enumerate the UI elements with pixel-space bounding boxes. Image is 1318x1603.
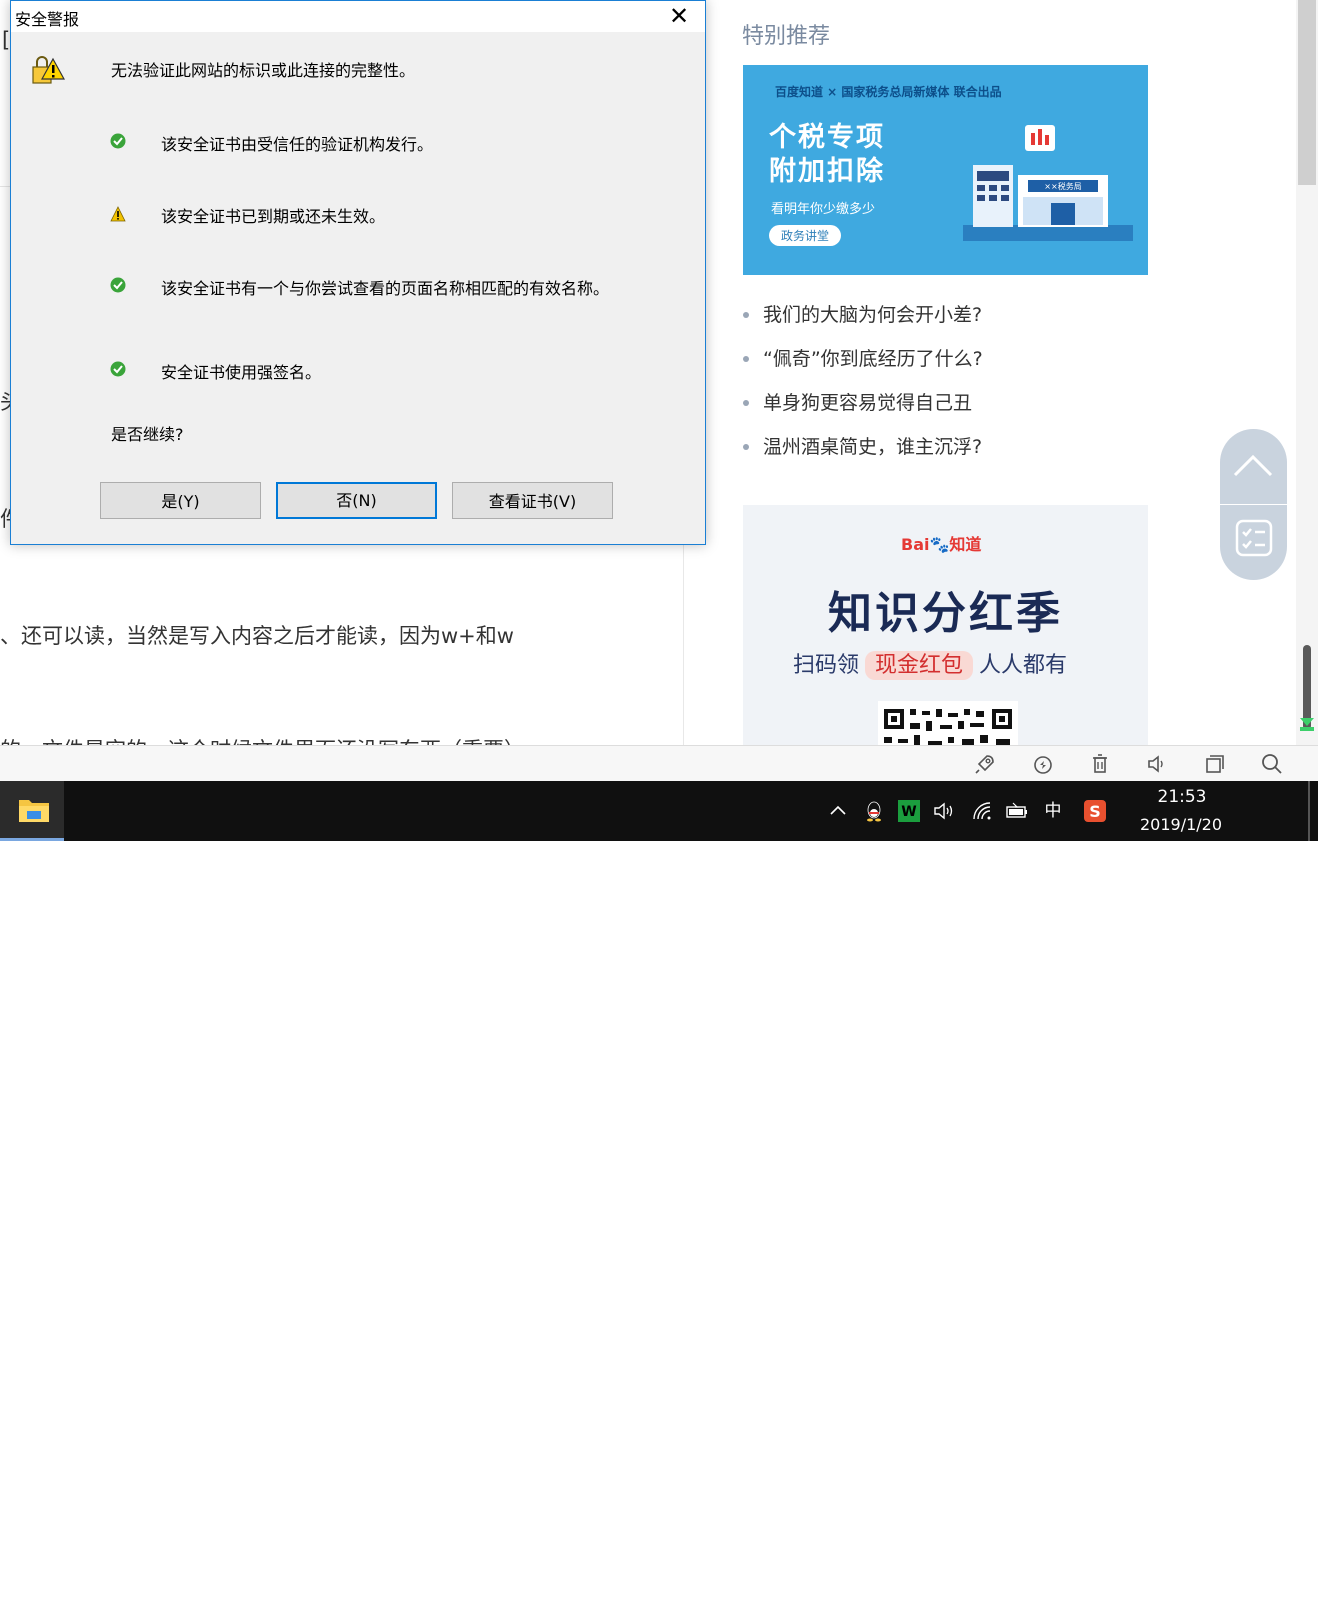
download-arrow-icon[interactable] — [1298, 712, 1316, 732]
trash-icon[interactable] — [1088, 752, 1112, 776]
speaker-icon[interactable] — [1145, 752, 1169, 776]
banner-headline-1: 个税专项 — [769, 122, 885, 153]
security-alert-dialog: 安全警报 ✕ 无法验证此网站的标识或此连接的完整性。 该安全证书由受信任的验证机… — [10, 0, 706, 545]
wifi-icon[interactable] — [970, 799, 994, 823]
list-item[interactable]: 我们的大脑为何会开小差? — [743, 297, 983, 341]
no-button[interactable]: 否(N) — [276, 482, 437, 519]
list-item[interactable]: 单身狗更容易觉得自己丑 — [743, 385, 983, 429]
warning-icon — [110, 206, 126, 222]
floating-buttons — [1220, 429, 1287, 580]
sidebar-title: 特别推荐 — [742, 24, 831, 49]
building-sign: ××税务局 — [1044, 181, 1081, 191]
banner-pill: 政务讲堂 — [769, 225, 842, 246]
rocket-icon[interactable] — [973, 752, 997, 776]
app-w-icon[interactable]: W — [897, 799, 921, 823]
speed-icon[interactable] — [1031, 752, 1055, 776]
list-item[interactable]: 温州酒桌简史，谁主沉浮? — [743, 429, 983, 473]
tax-banner[interactable]: 百度知道 × 国家税务总局新媒体 联合出品 个税专项 附加扣除 看明年你少缴多少… — [743, 65, 1148, 275]
svg-text:W: W — [901, 804, 916, 820]
logo-text-2: 知道 — [949, 535, 982, 554]
cert-check-text: 该安全证书由受信任的验证机构发行。 — [161, 135, 434, 154]
knowledge-banner[interactable]: Bai🐾知道 知识分红季 扫码领 现金红包 人人都有 — [743, 505, 1148, 745]
paw-icon: 🐾 — [929, 535, 950, 554]
battery-icon[interactable] — [1005, 799, 1029, 823]
back-to-top-icon[interactable] — [1232, 451, 1274, 479]
security-lock-warning-icon — [32, 56, 65, 84]
file-explorer-button[interactable] — [0, 781, 64, 841]
cert-check-text: 该安全证书有一个与你尝试查看的页面名称相匹配的有效名称。 — [161, 279, 610, 298]
divider — [1220, 504, 1287, 505]
scrollbar-thumb[interactable] — [1298, 0, 1316, 185]
text-fragment: 的，文件是空的，这个时候文件里面还没写东西（重要） — [0, 734, 525, 745]
dialog-title: 安全警报 — [15, 10, 80, 29]
text-fragment: 、还可以读，当然是写入内容之后才能读，因为w+和w — [0, 624, 514, 648]
cert-check-text: 安全证书使用强签名。 — [161, 363, 322, 382]
continue-question: 是否继续? — [111, 425, 184, 444]
svg-text:S: S — [1089, 802, 1101, 821]
yes-button[interactable]: 是(Y) — [100, 482, 261, 519]
qr-code-icon — [878, 701, 1018, 745]
cert-check-text: 该安全证书已到期或还未生效。 — [161, 207, 386, 226]
banner-headline-2: 附加扣除 — [769, 156, 885, 187]
banner-sub-text: 看明年你少缴多少 — [771, 202, 876, 217]
dialog-message: 无法验证此网站的标识或此连接的完整性。 — [111, 61, 416, 80]
show-desktop-divider[interactable] — [1308, 781, 1310, 841]
close-icon[interactable]: ✕ — [666, 4, 692, 30]
clock-time[interactable]: 21:53 — [1134, 787, 1230, 807]
sogou-icon[interactable]: S — [1083, 799, 1107, 823]
ime-indicator[interactable]: 中 — [1041, 799, 1065, 823]
banner-top-text: 百度知道 × 国家税务总局新媒体 联合出品 — [775, 85, 1002, 99]
baidu-logo: Bai🐾知道 — [901, 531, 981, 555]
check-ok-icon — [110, 361, 126, 377]
check-ok-icon — [110, 277, 126, 293]
volume-icon[interactable] — [932, 799, 956, 823]
recommendation-list: 我们的大脑为何会开小差? “佩奇”你到底经历了什么? 单身狗更容易觉得自己丑 温… — [743, 297, 983, 473]
view-certificate-button[interactable]: 查看证书(V) — [452, 482, 613, 519]
search-icon[interactable] — [1260, 752, 1284, 776]
folder-icon — [19, 800, 49, 822]
banner-headline: 个税专项 附加扣除 — [769, 121, 885, 189]
notification-icon[interactable] — [1256, 1579, 1282, 1603]
window-icon[interactable] — [1203, 752, 1227, 776]
line-prefix: 扫码领 — [793, 653, 860, 678]
check-ok-icon — [110, 133, 126, 149]
banner-title: 知识分红季 — [828, 588, 1063, 639]
line-suffix: 人人都有 — [979, 653, 1068, 678]
logo-text: Bai — [901, 535, 930, 554]
banner-line: 扫码领 现金红包 人人都有 — [793, 647, 1068, 680]
chevron-up-icon[interactable] — [826, 799, 850, 823]
qq-icon[interactable] — [862, 799, 886, 823]
list-item[interactable]: “佩奇”你到底经历了什么? — [743, 341, 983, 385]
text-fragment: [ — [2, 28, 11, 52]
dialog-titlebar[interactable]: 安全警报 ✕ — [11, 1, 705, 32]
building-illustration: ××税务局 — [963, 125, 1133, 241]
clock-date[interactable]: 2019/1/20 — [1126, 815, 1236, 834]
line-highlight: 现金红包 — [865, 651, 974, 680]
browser-bottom-toolbar — [0, 745, 1318, 782]
feedback-list-icon[interactable] — [1235, 519, 1273, 557]
taskbar: W 中 S — [0, 781, 1318, 1603]
